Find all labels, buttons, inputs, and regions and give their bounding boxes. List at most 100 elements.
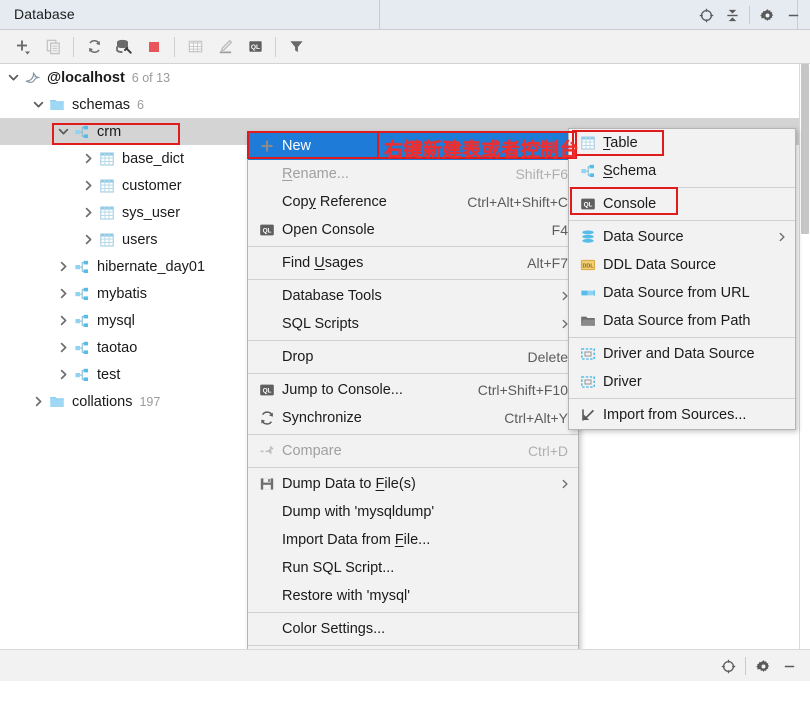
menu-item-label: Data Source bbox=[603, 229, 684, 245]
menu-item-color-settings[interactable]: Color Settings... bbox=[248, 615, 578, 643]
sql-console-icon: QL bbox=[256, 222, 278, 238]
filter-icon[interactable] bbox=[281, 33, 311, 61]
stop-icon[interactable] bbox=[139, 33, 169, 61]
minimize-icon[interactable] bbox=[780, 0, 806, 30]
submenu-chevron-right-icon bbox=[560, 476, 570, 492]
locate-icon[interactable] bbox=[693, 0, 719, 30]
refresh-icon[interactable] bbox=[79, 33, 109, 61]
open-console-icon[interactable]: QL bbox=[240, 33, 270, 61]
menu-item-driver[interactable]: Driver bbox=[569, 368, 795, 396]
menu-item-shortcut: F4 bbox=[551, 222, 568, 238]
svg-text:QL: QL bbox=[250, 44, 259, 51]
minimize-icon[interactable] bbox=[776, 650, 802, 682]
menu-item-console[interactable]: QL Console bbox=[569, 190, 795, 218]
folder-icon bbox=[49, 394, 65, 410]
menu-item-data-source-from-url[interactable]: Data Source from URL bbox=[569, 279, 795, 307]
menu-item-import-data-from-file[interactable]: Import Data from File... bbox=[248, 526, 578, 554]
menu-item-dump-with-mysqldump[interactable]: Dump with 'mysqldump' bbox=[248, 498, 578, 526]
chevron-right-icon[interactable] bbox=[58, 369, 69, 380]
chevron-right-icon[interactable] bbox=[83, 180, 94, 191]
settings-gear-icon[interactable] bbox=[754, 0, 780, 30]
menu-separator bbox=[569, 337, 795, 338]
menu-item-find-usages[interactable]: Find Usages Alt+F7 bbox=[248, 249, 578, 277]
datasource-properties-icon[interactable] bbox=[109, 33, 139, 61]
locate-icon[interactable] bbox=[715, 650, 741, 682]
menu-item-copy-reference[interactable]: Copy Reference Ctrl+Alt+Shift+C bbox=[248, 188, 578, 216]
chevron-right-icon[interactable] bbox=[83, 207, 94, 218]
tool-window-header: Database bbox=[0, 0, 810, 30]
menu-item-open-console[interactable]: QL Open Console F4 bbox=[248, 216, 578, 244]
menu-item-restore-with-mysql[interactable]: Restore with 'mysql' bbox=[248, 582, 578, 610]
chevron-right-icon[interactable] bbox=[58, 315, 69, 326]
svg-text:QL: QL bbox=[263, 228, 272, 235]
menu-item-driver-and-data-source[interactable]: Driver and Data Source bbox=[569, 340, 795, 368]
menu-item-shortcut: Alt+F7 bbox=[527, 255, 568, 271]
menu-separator bbox=[569, 398, 795, 399]
menu-item-ddl-data-source[interactable]: DDL DDL Data Source bbox=[569, 251, 795, 279]
menu-item-shortcut: Ctrl+Alt+Y bbox=[504, 410, 568, 426]
tree-node-localhost[interactable]: @localhost 6 of 13 bbox=[0, 64, 799, 91]
duplicate-icon bbox=[38, 33, 68, 61]
menu-separator bbox=[569, 220, 795, 221]
tree-node-label: mysql bbox=[97, 312, 135, 329]
chevron-right-icon[interactable] bbox=[58, 288, 69, 299]
new-submenu[interactable]: Table Schema QL Console Data Source DDL DDL Da… bbox=[568, 128, 796, 430]
tree-node-label: users bbox=[122, 231, 158, 248]
settings-gear-icon[interactable] bbox=[750, 650, 776, 682]
toolbar-separator-1 bbox=[73, 36, 74, 57]
menu-item-shortcut: Ctrl+Shift+F10 bbox=[477, 382, 568, 398]
tree-node-schemas[interactable]: schemas 6 bbox=[0, 91, 799, 118]
svg-text:DDL: DDL bbox=[582, 263, 594, 269]
chevron-right-icon[interactable] bbox=[83, 153, 94, 164]
menu-item-label: Data Source from Path bbox=[603, 313, 751, 329]
menu-item-data-source[interactable]: Data Source bbox=[569, 223, 795, 251]
menu-item-shortcut: Ctrl+D bbox=[527, 443, 568, 459]
menu-item-database-tools[interactable]: Database Tools bbox=[248, 282, 578, 310]
submenu-chevron-right-icon bbox=[777, 229, 787, 245]
tree-node-label: crm bbox=[97, 123, 122, 140]
menu-item-label: Copy Reference bbox=[282, 194, 387, 210]
svg-text:QL: QL bbox=[584, 202, 593, 209]
chevron-down-icon[interactable] bbox=[33, 99, 44, 110]
menu-item-run-sql-script[interactable]: Run SQL Script... bbox=[248, 554, 578, 582]
bottom-icon-group bbox=[715, 650, 802, 682]
table-icon bbox=[577, 135, 599, 151]
menu-item-dump-data-to-file-s[interactable]: Dump Data to File(s) bbox=[248, 470, 578, 498]
folder-open-icon bbox=[577, 313, 599, 329]
chevron-down-icon[interactable] bbox=[8, 72, 19, 83]
menu-separator bbox=[569, 187, 795, 188]
datasource-icon bbox=[577, 229, 599, 245]
menu-item-synchronize[interactable]: Synchronize Ctrl+Alt+Y bbox=[248, 404, 578, 432]
context-menu[interactable]: New Rename... Shift+F6 Copy Reference Ctrl+A… bbox=[247, 131, 579, 705]
menu-item-sql-scripts[interactable]: SQL Scripts bbox=[248, 310, 578, 338]
menu-item-label: Drop bbox=[282, 349, 314, 365]
ddl-icon: DDL bbox=[577, 257, 599, 273]
menu-item-shortcut: Delete bbox=[527, 349, 568, 365]
menu-item-import-from-sources[interactable]: Import from Sources... bbox=[569, 401, 795, 429]
menu-item-label: Color Settings... bbox=[282, 621, 386, 637]
chevron-right-icon[interactable] bbox=[83, 234, 94, 245]
menu-item-table[interactable]: Table bbox=[569, 129, 795, 157]
chevron-right-icon[interactable] bbox=[58, 261, 69, 272]
header-icon-group bbox=[693, 0, 806, 30]
menu-item-label: Dump Data to File(s) bbox=[282, 476, 416, 492]
add-new-icon[interactable] bbox=[8, 33, 38, 61]
menu-item-jump-to-console[interactable]: QL Jump to Console... Ctrl+Shift+F10 bbox=[248, 376, 578, 404]
menu-item-data-source-from-path[interactable]: Data Source from Path bbox=[569, 307, 795, 335]
tree-node-label: @localhost bbox=[47, 69, 125, 86]
menu-separator bbox=[248, 434, 578, 435]
menu-item-drop[interactable]: Drop Delete bbox=[248, 343, 578, 371]
page-background bbox=[0, 681, 810, 710]
folder-icon bbox=[49, 97, 65, 113]
menu-item-schema[interactable]: Schema bbox=[569, 157, 795, 185]
database-toolbar: QL bbox=[0, 30, 810, 64]
scrollbar-thumb[interactable] bbox=[801, 64, 809, 234]
menu-item-label: Data Source from URL bbox=[603, 285, 750, 301]
chevron-down-icon[interactable] bbox=[58, 126, 69, 137]
chevron-right-icon[interactable] bbox=[33, 396, 44, 407]
tree-vertical-scrollbar[interactable] bbox=[800, 64, 810, 649]
collapse-all-icon[interactable] bbox=[719, 0, 745, 30]
table-icon bbox=[99, 178, 115, 194]
open-table-editor-icon bbox=[180, 33, 210, 61]
chevron-right-icon[interactable] bbox=[58, 342, 69, 353]
